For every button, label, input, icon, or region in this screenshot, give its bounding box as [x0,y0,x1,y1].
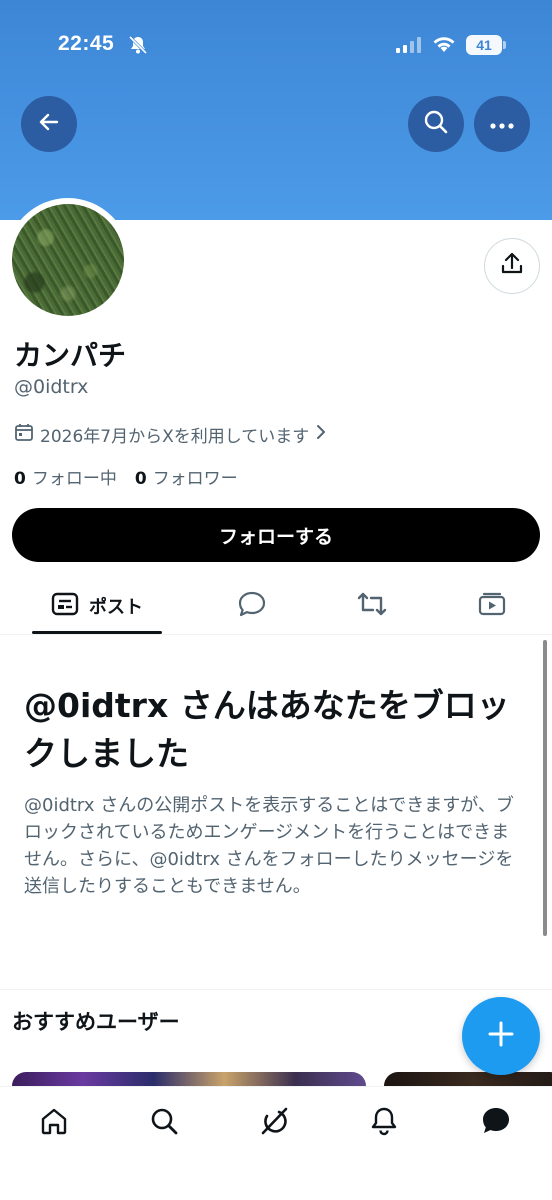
active-tab-indicator [32,631,162,634]
following-count: 0 [14,469,26,489]
calendar-icon [14,422,34,447]
more-button[interactable] [474,96,530,152]
profile-display-name: カンパチ [14,339,127,372]
following-link[interactable]: 0 フォロー中 [14,464,117,489]
nav-search[interactable] [144,1103,184,1143]
recommended-users-heading: おすすめユーザー [12,1010,180,1034]
follow-button[interactable]: フォローする [12,508,540,562]
back-arrow-icon [37,110,61,138]
media-video-icon [477,591,507,621]
search-icon [148,1105,180,1141]
status-time: 22:45 [58,32,115,55]
tab-replies[interactable] [224,578,280,634]
battery-icon: 41 [466,35,502,55]
scrollbar[interactable] [543,640,547,936]
joined-date[interactable]: 2026年7月からXを利用しています [14,422,327,447]
grok-icon [257,1104,291,1142]
more-icon [489,115,515,134]
reply-bubble-icon [237,590,267,622]
avatar[interactable] [6,198,130,322]
header-search-button[interactable] [408,96,464,152]
followers-label: フォロワー [152,469,238,489]
nav-home[interactable] [34,1103,74,1143]
posts-icon [51,592,79,621]
joined-text: 2026年7月からXを利用しています [40,427,310,447]
tab-media[interactable] [464,578,520,634]
home-icon [38,1105,70,1141]
plus-icon [486,1019,516,1053]
bell-muted-icon [128,35,148,59]
back-button[interactable] [21,96,77,152]
share-button[interactable] [484,238,540,294]
blocked-description: @0idtrx さんの公開ポストを表示することはできますが、ブロックされているた… [24,795,514,897]
following-label: フォロー中 [31,469,117,489]
profile-handle: @0idtrx [14,376,89,398]
chevron-right-icon [315,424,327,445]
bottom-navigation [0,1086,552,1200]
nav-grok[interactable] [254,1103,294,1143]
status-bar: 22:45 41 [0,0,552,90]
search-icon [423,109,449,139]
messages-icon [480,1105,512,1141]
notifications-icon [368,1105,400,1141]
nav-messages[interactable] [476,1103,516,1143]
profile-tabs: ポスト [0,578,552,635]
followers-link[interactable]: 0 フォロワー [135,464,238,489]
followers-count: 0 [134,469,147,489]
nav-notifications[interactable] [364,1103,404,1143]
follow-stats: 0 フォロー中 0 フォロワー [14,464,238,489]
tab-reposts[interactable] [344,578,400,634]
wifi-icon [432,35,456,57]
share-icon [499,251,525,281]
battery-cap [503,41,506,49]
section-divider [0,989,552,990]
signal-icon [396,37,422,57]
repost-icon [355,591,389,621]
compose-button[interactable] [462,997,540,1075]
tab-posts[interactable]: ポスト [32,578,162,634]
blocked-title: @0idtrx さんはあなたをブロックしました [24,686,510,773]
tab-posts-label: ポスト [89,597,143,618]
avatar-image [12,204,124,316]
